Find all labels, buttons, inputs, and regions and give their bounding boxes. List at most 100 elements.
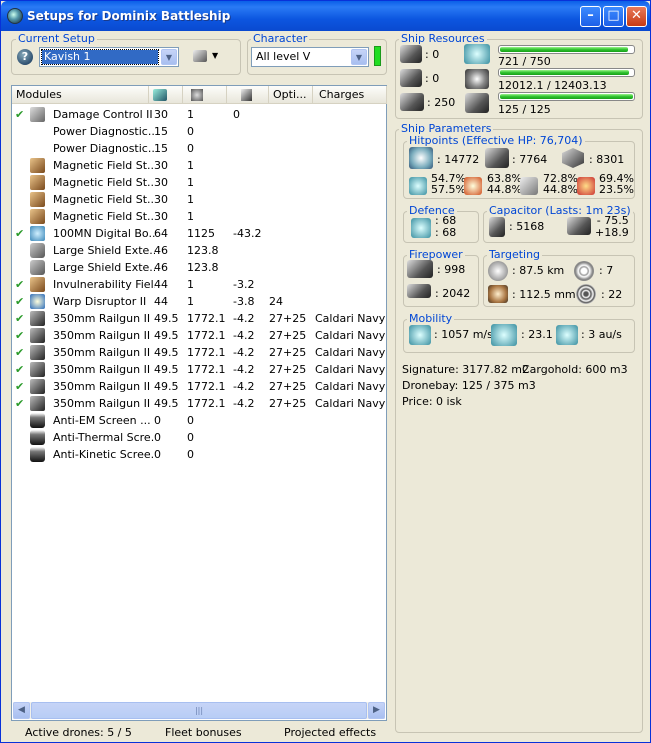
module-powergrid: 1772.1: [187, 397, 226, 410]
module-row[interactable]: ✔ 350mm Railgun II 49.5 1772.1 -4.2 27+25 Cald…: [12, 327, 388, 344]
module-row[interactable]: Magnetic Field St... 30 1: [12, 157, 386, 174]
horizontal-scrollbar[interactable]: ◀ ||| ▶: [13, 702, 385, 719]
title-bar[interactable]: Setups for Dominix Battleship – □ ✕: [1, 1, 650, 31]
module-optimal: [269, 225, 313, 242]
armor-hp-icon: [485, 148, 509, 168]
thermal-resist-armor: 44.8%: [487, 183, 522, 196]
col-modules[interactable]: Modules: [12, 86, 149, 104]
thermal-resist-values: 63.8% 44.8%: [487, 173, 522, 195]
scroll-right-button[interactable]: ▶: [368, 702, 385, 719]
module-row[interactable]: Power Diagnostic... 15 0: [12, 123, 386, 140]
module-row[interactable]: ✔ Damage Control II 30 1 0: [12, 106, 386, 123]
module-row[interactable]: ✔ 350mm Railgun II 49.5 1772.1 -4.2 27+25 Cald…: [12, 344, 388, 361]
align-time-icon: [491, 324, 517, 346]
module-powergrid: 1125: [187, 227, 215, 240]
module-charges: [315, 259, 388, 276]
module-optimal: 27+25: [269, 397, 307, 410]
module-name: 350mm Railgun II: [53, 363, 151, 376]
module-row[interactable]: ✔ 100MN Digital Bo... 64 1125 -43.2: [12, 225, 386, 242]
module-cpu: 49.5: [154, 312, 179, 325]
col-cpu[interactable]: [149, 86, 183, 104]
capacitor-icon: [241, 89, 252, 101]
volley-value: : 2042: [435, 287, 471, 300]
module-row[interactable]: Anti-Kinetic Scree... 0 0: [12, 446, 386, 463]
module-capacitor: [233, 123, 269, 140]
chevron-down-icon[interactable]: ▼: [351, 49, 367, 65]
module-capacitor: [233, 242, 269, 259]
chevron-down-icon[interactable]: ▼: [161, 49, 177, 65]
module-cpu: 44: [154, 278, 168, 291]
module-row[interactable]: Large Shield Exte... 46 123.8: [12, 259, 386, 276]
current-setup-select[interactable]: Kavish 1 ▼: [39, 47, 179, 67]
app-icon: [7, 8, 23, 24]
module-row[interactable]: Anti-EM Screen ... 0 0: [12, 412, 386, 429]
module-row[interactable]: Power Diagnostic... 15 0: [12, 140, 386, 157]
module-state-check: ✔: [15, 380, 25, 393]
module-row[interactable]: Large Shield Exte... 46 123.8: [12, 242, 386, 259]
drone-bandwidth-value: 125 / 125: [498, 103, 551, 116]
module-capacitor: [233, 208, 269, 225]
maximize-button[interactable]: □: [603, 6, 624, 27]
module-row[interactable]: Anti-Thermal Scre... 0 0: [12, 429, 386, 446]
module-powergrid: 1: [187, 295, 194, 308]
warp-disruptor-icon: [30, 294, 45, 309]
module-row[interactable]: Magnetic Field St... 30 1: [12, 174, 386, 191]
dropdown-arrow-icon: ▼: [212, 51, 219, 60]
module-capacitor: -3.8: [233, 295, 255, 308]
module-row[interactable]: ✔ 350mm Railgun II 49.5 1772.1 -4.2 27+25 Cald…: [12, 378, 388, 395]
module-row[interactable]: Magnetic Field St... 30 1: [12, 208, 386, 225]
module-row[interactable]: Magnetic Field St... 30 1: [12, 191, 386, 208]
help-icon[interactable]: ?: [17, 49, 33, 65]
railgun-icon: [30, 328, 45, 343]
scan-resolution-value: : 112.5 mm: [512, 288, 576, 301]
module-capacitor: -4.2: [233, 329, 255, 342]
module-row[interactable]: ✔ Invulnerability Fiel... 44 1 -3.2: [12, 276, 386, 293]
module-row[interactable]: ✔ 350mm Railgun II 49.5 1772.1 -4.2 27+25 Cald…: [12, 395, 388, 412]
minimize-button[interactable]: –: [580, 6, 601, 27]
module-charges: Caldari Navy A: [315, 346, 388, 359]
setup-tools-button[interactable]: ▼: [191, 48, 221, 66]
module-charges: [315, 242, 388, 259]
module-state-check: ✔: [15, 295, 25, 308]
capacitor-amount-value: : 5168: [509, 220, 545, 233]
scroll-thumb[interactable]: |||: [31, 702, 367, 719]
col-powergrid[interactable]: [183, 86, 227, 104]
col-capacitor[interactable]: [227, 86, 269, 104]
module-name: Anti-Thermal Scre...: [53, 431, 155, 444]
fleet-bonuses-label[interactable]: Fleet bonuses: [165, 723, 242, 743]
module-capacitor: 0: [233, 108, 240, 121]
col-charges[interactable]: Charges: [313, 86, 387, 104]
powergrid-value: 12012.1 / 12403.13: [498, 79, 607, 92]
scroll-left-button[interactable]: ◀: [13, 702, 30, 719]
max-targets-icon: [574, 261, 594, 281]
anti-thermal-rig-icon: [30, 430, 45, 445]
projected-effects-label[interactable]: Projected effects: [284, 723, 376, 743]
module-row[interactable]: ✔ 350mm Railgun II 49.5 1772.1 -4.2 27+25 Cald…: [12, 361, 388, 378]
capacitor-amount-icon: [489, 217, 505, 237]
cpu-value: 721 / 750: [498, 55, 551, 68]
col-optimal[interactable]: Opti...: [269, 86, 313, 104]
module-row[interactable]: ✔ 350mm Railgun II 49.5 1772.1 -4.2 27+25 Cald…: [12, 310, 388, 327]
module-charges: Caldari Navy A: [315, 363, 388, 376]
module-row[interactable]: ✔ Warp Disruptor II 44 1 -3.8 24: [12, 293, 386, 310]
magnetic-field-icon: [30, 158, 45, 173]
module-optimal: [269, 446, 313, 463]
module-charges: [315, 276, 388, 293]
calibration-icon: [400, 93, 424, 111]
module-name: Power Diagnostic...: [53, 125, 155, 138]
warp-speed-icon: [556, 325, 578, 345]
module-capacitor: -3.2: [233, 278, 255, 291]
cpu-resource-icon: [464, 44, 490, 64]
shield-extender-icon: [30, 260, 45, 275]
close-button[interactable]: ✕: [626, 6, 647, 27]
armor-hp-value: : 7764: [512, 153, 548, 166]
structure-hp-value: : 8301: [589, 153, 625, 166]
module-powergrid: 1772.1: [187, 312, 226, 325]
module-charges: Caldari Navy A: [315, 312, 388, 325]
kinetic-resist-values: 72.8% 44.8%: [543, 173, 578, 195]
module-cpu: 46: [154, 261, 168, 274]
active-drones-label[interactable]: Active drones: 5 / 5: [25, 723, 132, 743]
module-optimal: [269, 276, 313, 293]
module-state-check: ✔: [15, 108, 25, 121]
character-select[interactable]: All level V ▼: [251, 47, 369, 67]
